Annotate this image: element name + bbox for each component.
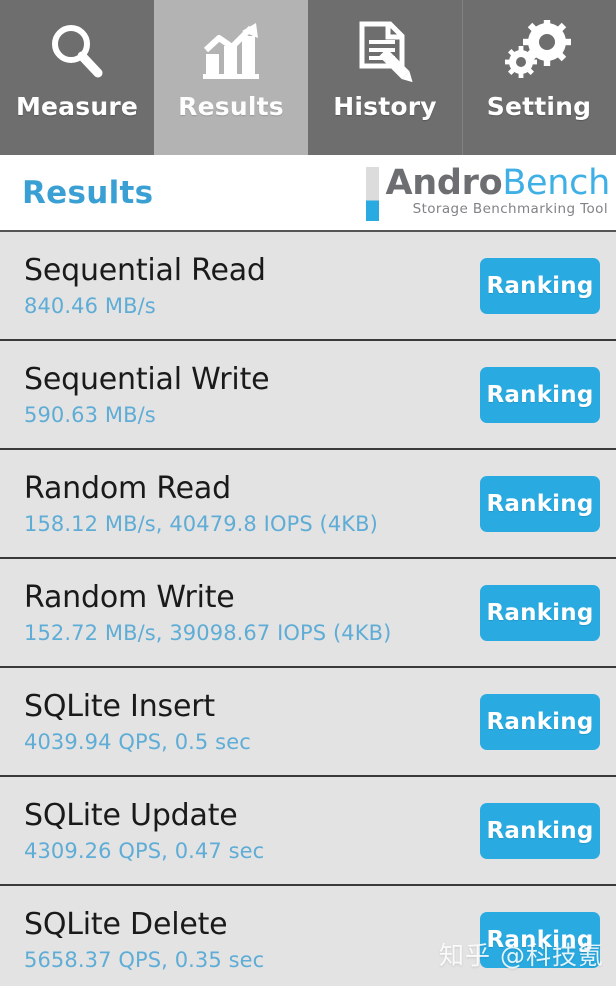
tab-results-label: Results <box>178 92 284 121</box>
magnifier-icon <box>46 16 108 86</box>
result-value: 5658.37 QPS, 0.35 sec <box>24 947 265 972</box>
brand-logo: AndroBench Storage Benchmarking Tool <box>366 163 610 221</box>
result-texts: Random Read 158.12 MB/s, 40479.8 IOPS (4… <box>24 470 480 538</box>
brand-tagline: Storage Benchmarking Tool <box>412 201 608 217</box>
ranking-button[interactable]: Ranking <box>480 257 600 314</box>
tab-setting[interactable]: Setting <box>462 0 616 155</box>
result-texts: Sequential Write 590.63 MB/s <box>24 361 480 429</box>
brand-text: AndroBench Storage Benchmarking Tool <box>385 163 610 217</box>
brand-name: AndroBench <box>385 163 610 203</box>
result-value: 152.72 MB/s, 39098.67 IOPS (4KB) <box>24 620 392 645</box>
result-texts: SQLite Delete 5658.37 QPS, 0.35 sec <box>24 906 480 974</box>
result-texts: SQLite Update 4309.26 QPS, 0.47 sec <box>24 797 480 865</box>
result-value: 4309.26 QPS, 0.47 sec <box>24 838 265 863</box>
tab-history-label: History <box>333 92 437 121</box>
result-title: SQLite Delete <box>24 906 228 942</box>
tab-bar: Measure Results History Setting <box>0 0 616 155</box>
table-row[interactable]: SQLite Update 4309.26 QPS, 0.47 sec Rank… <box>0 777 616 886</box>
app-screen: Measure Results History Setting Results … <box>0 0 616 986</box>
tab-results[interactable]: Results <box>154 0 308 155</box>
table-row[interactable]: Sequential Write 590.63 MB/s Ranking <box>0 341 616 450</box>
result-value: 158.12 MB/s, 40479.8 IOPS (4KB) <box>24 511 378 536</box>
result-title: SQLite Insert <box>24 688 215 724</box>
table-row[interactable]: SQLite Delete 5658.37 QPS, 0.35 sec Rank… <box>0 886 616 986</box>
result-value: 4039.94 QPS, 0.5 sec <box>24 729 251 754</box>
brand-bar-icon <box>366 167 380 221</box>
result-texts: Sequential Read 840.46 MB/s <box>24 252 480 320</box>
result-texts: SQLite Insert 4039.94 QPS, 0.5 sec <box>24 688 480 756</box>
bar-chart-icon <box>198 16 264 86</box>
table-row[interactable]: Sequential Read 840.46 MB/s Ranking <box>0 232 616 341</box>
table-row[interactable]: Random Write 152.72 MB/s, 39098.67 IOPS … <box>0 559 616 668</box>
tab-setting-label: Setting <box>486 92 592 121</box>
result-title: Sequential Write <box>24 361 270 397</box>
result-title: Sequential Read <box>24 252 266 288</box>
result-texts: Random Write 152.72 MB/s, 39098.67 IOPS … <box>24 579 480 647</box>
ranking-button[interactable]: Ranking <box>480 802 600 859</box>
document-pencil-icon <box>354 16 416 86</box>
results-list: Sequential Read 840.46 MB/s Ranking Sequ… <box>0 232 616 986</box>
brand-name-first: Andro <box>385 163 503 203</box>
page-title: Results <box>22 174 154 211</box>
tab-history[interactable]: History <box>308 0 462 155</box>
ranking-button[interactable]: Ranking <box>480 911 600 968</box>
gears-icon <box>505 16 573 86</box>
page-header: Results AndroBench Storage Benchmarking … <box>0 155 616 232</box>
result-value: 590.63 MB/s <box>24 402 156 427</box>
brand-name-second: Bench <box>502 163 610 203</box>
ranking-button[interactable]: Ranking <box>480 693 600 750</box>
ranking-button[interactable]: Ranking <box>480 366 600 423</box>
result-title: Random Write <box>24 579 235 615</box>
tab-measure-label: Measure <box>15 92 139 121</box>
table-row[interactable]: Random Read 158.12 MB/s, 40479.8 IOPS (4… <box>0 450 616 559</box>
table-row[interactable]: SQLite Insert 4039.94 QPS, 0.5 sec Ranki… <box>0 668 616 777</box>
tab-measure[interactable]: Measure <box>0 0 154 155</box>
result-title: Random Read <box>24 470 231 506</box>
result-value: 840.46 MB/s <box>24 293 156 318</box>
result-title: SQLite Update <box>24 797 238 833</box>
ranking-button[interactable]: Ranking <box>480 475 600 532</box>
ranking-button[interactable]: Ranking <box>480 584 600 641</box>
